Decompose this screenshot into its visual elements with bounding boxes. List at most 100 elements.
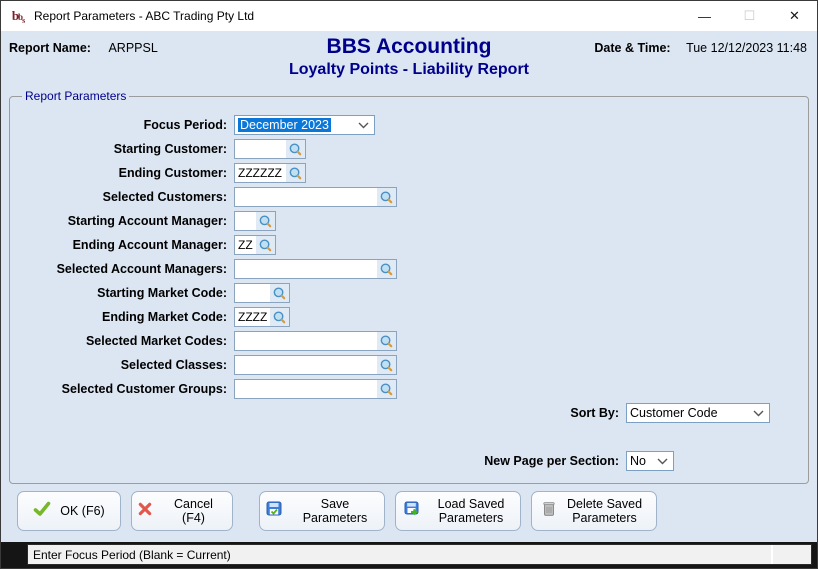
- search-icon[interactable]: [377, 380, 396, 398]
- chevron-down-icon: [657, 458, 668, 465]
- ending-customer-input[interactable]: [235, 164, 286, 182]
- selected-customer-groups-field: [234, 379, 397, 399]
- chevron-down-icon: [753, 410, 764, 417]
- search-icon[interactable]: [377, 356, 396, 374]
- green-check-icon: [33, 501, 51, 520]
- report-parameters-window: bbs Report Parameters - ABC Trading Pty …: [0, 0, 818, 569]
- report-title: Loyalty Points - Liability Report: [288, 61, 530, 78]
- starting-customer-row: Starting Customer:: [10, 137, 808, 161]
- ok-button[interactable]: OK (F6): [17, 491, 121, 531]
- close-icon: ✕: [789, 8, 800, 23]
- status-message-panel: Enter Focus Period (Blank = Current): [27, 544, 812, 565]
- ending-account-manager-input[interactable]: [235, 236, 256, 254]
- cancel-button-label: Cancel (F4): [174, 496, 213, 525]
- save-parameters-button[interactable]: Save Parameters: [259, 491, 385, 531]
- selected-customers-field: [234, 187, 397, 207]
- chevron-down-icon: [358, 122, 369, 129]
- statusbar: Enter Focus Period (Blank = Current): [1, 542, 817, 568]
- sort-by-value: Customer Code: [630, 406, 718, 420]
- selected-customers-row: Selected Customers:: [10, 185, 808, 209]
- close-button[interactable]: ✕: [772, 1, 817, 31]
- selected-customer-groups-row: Selected Customer Groups:: [10, 377, 808, 401]
- starting-customer-field: [234, 139, 306, 159]
- save-disk-icon: [266, 501, 283, 520]
- datetime-value: Tue 12/12/2023 11:48: [686, 41, 807, 55]
- sort-by-dropdown[interactable]: Customer Code: [626, 403, 770, 423]
- selected-market-codes-input[interactable]: [235, 332, 377, 350]
- datetime-label: Date & Time:: [594, 41, 671, 55]
- search-icon[interactable]: [286, 140, 305, 158]
- ok-button-label: OK (F6): [60, 503, 105, 518]
- delete-saved-parameters-label: Delete Saved Parameters: [566, 496, 643, 525]
- focus-period-dropdown[interactable]: December 2023: [234, 115, 375, 135]
- ending-account-manager-row: Ending Account Manager:: [10, 233, 808, 257]
- trash-bin-icon: [542, 501, 555, 520]
- search-icon[interactable]: [377, 188, 396, 206]
- starting-account-manager-input[interactable]: [235, 212, 256, 230]
- focus-period-label: Focus Period:: [143, 118, 227, 132]
- selected-classes-row: Selected Classes:: [10, 353, 808, 377]
- selected-account-managers-field: [234, 259, 397, 279]
- search-icon[interactable]: [270, 308, 289, 326]
- report-header: Report Name: ARPPSL BBS Accounting Loyal…: [1, 31, 817, 89]
- maximize-icon: ☐: [743, 8, 756, 23]
- search-icon[interactable]: [270, 284, 289, 302]
- starting-market-code-row: Starting Market Code:: [10, 281, 808, 305]
- delete-saved-parameters-button[interactable]: Delete Saved Parameters: [531, 491, 657, 531]
- sort-by-row: Sort By: Customer Code: [10, 401, 808, 425]
- load-saved-parameters-label: Load Saved Parameters: [437, 496, 505, 525]
- sort-by-label: Sort By:: [570, 406, 619, 420]
- selected-customer-groups-label: Selected Customer Groups:: [61, 382, 227, 396]
- save-parameters-label: Save Parameters: [302, 496, 368, 525]
- window-title: Report Parameters - ABC Trading Pty Ltd: [34, 9, 255, 23]
- cancel-button[interactable]: Cancel (F4): [131, 491, 233, 531]
- new-page-per-section-label: New Page per Section:: [484, 454, 619, 468]
- starting-market-code-label: Starting Market Code:: [97, 286, 227, 300]
- minimize-button[interactable]: —: [682, 1, 727, 31]
- selected-customers-input[interactable]: [235, 188, 377, 206]
- load-disk-arrow-icon: [404, 501, 421, 520]
- selected-classes-label: Selected Classes:: [120, 358, 227, 372]
- selected-customer-groups-input[interactable]: [235, 380, 377, 398]
- starting-market-code-input[interactable]: [235, 284, 270, 302]
- selected-market-codes-row: Selected Market Codes:: [10, 329, 808, 353]
- selected-customers-label: Selected Customers:: [102, 190, 227, 204]
- ending-account-manager-label: Ending Account Manager:: [72, 238, 227, 252]
- search-icon[interactable]: [286, 164, 305, 182]
- selected-classes-input[interactable]: [235, 356, 377, 374]
- focus-period-value: December 2023: [238, 118, 331, 132]
- new-page-per-section-row: New Page per Section: No: [10, 449, 808, 473]
- ending-customer-label: Ending Customer:: [118, 166, 227, 180]
- starting-customer-input[interactable]: [235, 140, 286, 158]
- selected-account-managers-label: Selected Account Managers:: [56, 262, 227, 276]
- starting-account-manager-label: Starting Account Manager:: [67, 214, 227, 228]
- search-icon[interactable]: [377, 332, 396, 350]
- bbs-logo-icon: bbs: [11, 8, 25, 25]
- titlebar: bbs Report Parameters - ABC Trading Pty …: [1, 1, 817, 31]
- red-x-icon: [138, 502, 152, 519]
- new-page-per-section-dropdown[interactable]: No: [626, 451, 674, 471]
- selected-classes-field: [234, 355, 397, 375]
- ending-account-manager-field: [234, 235, 276, 255]
- starting-account-manager-row: Starting Account Manager:: [10, 209, 808, 233]
- selected-account-managers-input[interactable]: [235, 260, 377, 278]
- selected-market-codes-field: [234, 331, 397, 351]
- selected-account-managers-row: Selected Account Managers:: [10, 257, 808, 281]
- ending-market-code-input[interactable]: [235, 308, 270, 326]
- new-page-per-section-value: No: [630, 454, 646, 468]
- ending-customer-field: [234, 163, 306, 183]
- starting-account-manager-field: [234, 211, 276, 231]
- search-icon[interactable]: [256, 236, 275, 254]
- maximize-button: ☐: [727, 1, 772, 31]
- status-message: Enter Focus Period (Blank = Current): [33, 547, 231, 562]
- status-panel-divider: [771, 545, 773, 564]
- search-icon[interactable]: [377, 260, 396, 278]
- search-icon[interactable]: [256, 212, 275, 230]
- ending-market-code-row: Ending Market Code:: [10, 305, 808, 329]
- ending-market-code-label: Ending Market Code:: [101, 310, 227, 324]
- starting-market-code-field: [234, 283, 290, 303]
- action-button-row: OK (F6) Cancel (F4) Save Parameters Load…: [17, 491, 817, 531]
- minimize-icon: —: [698, 8, 711, 24]
- load-saved-parameters-button[interactable]: Load Saved Parameters: [395, 491, 521, 531]
